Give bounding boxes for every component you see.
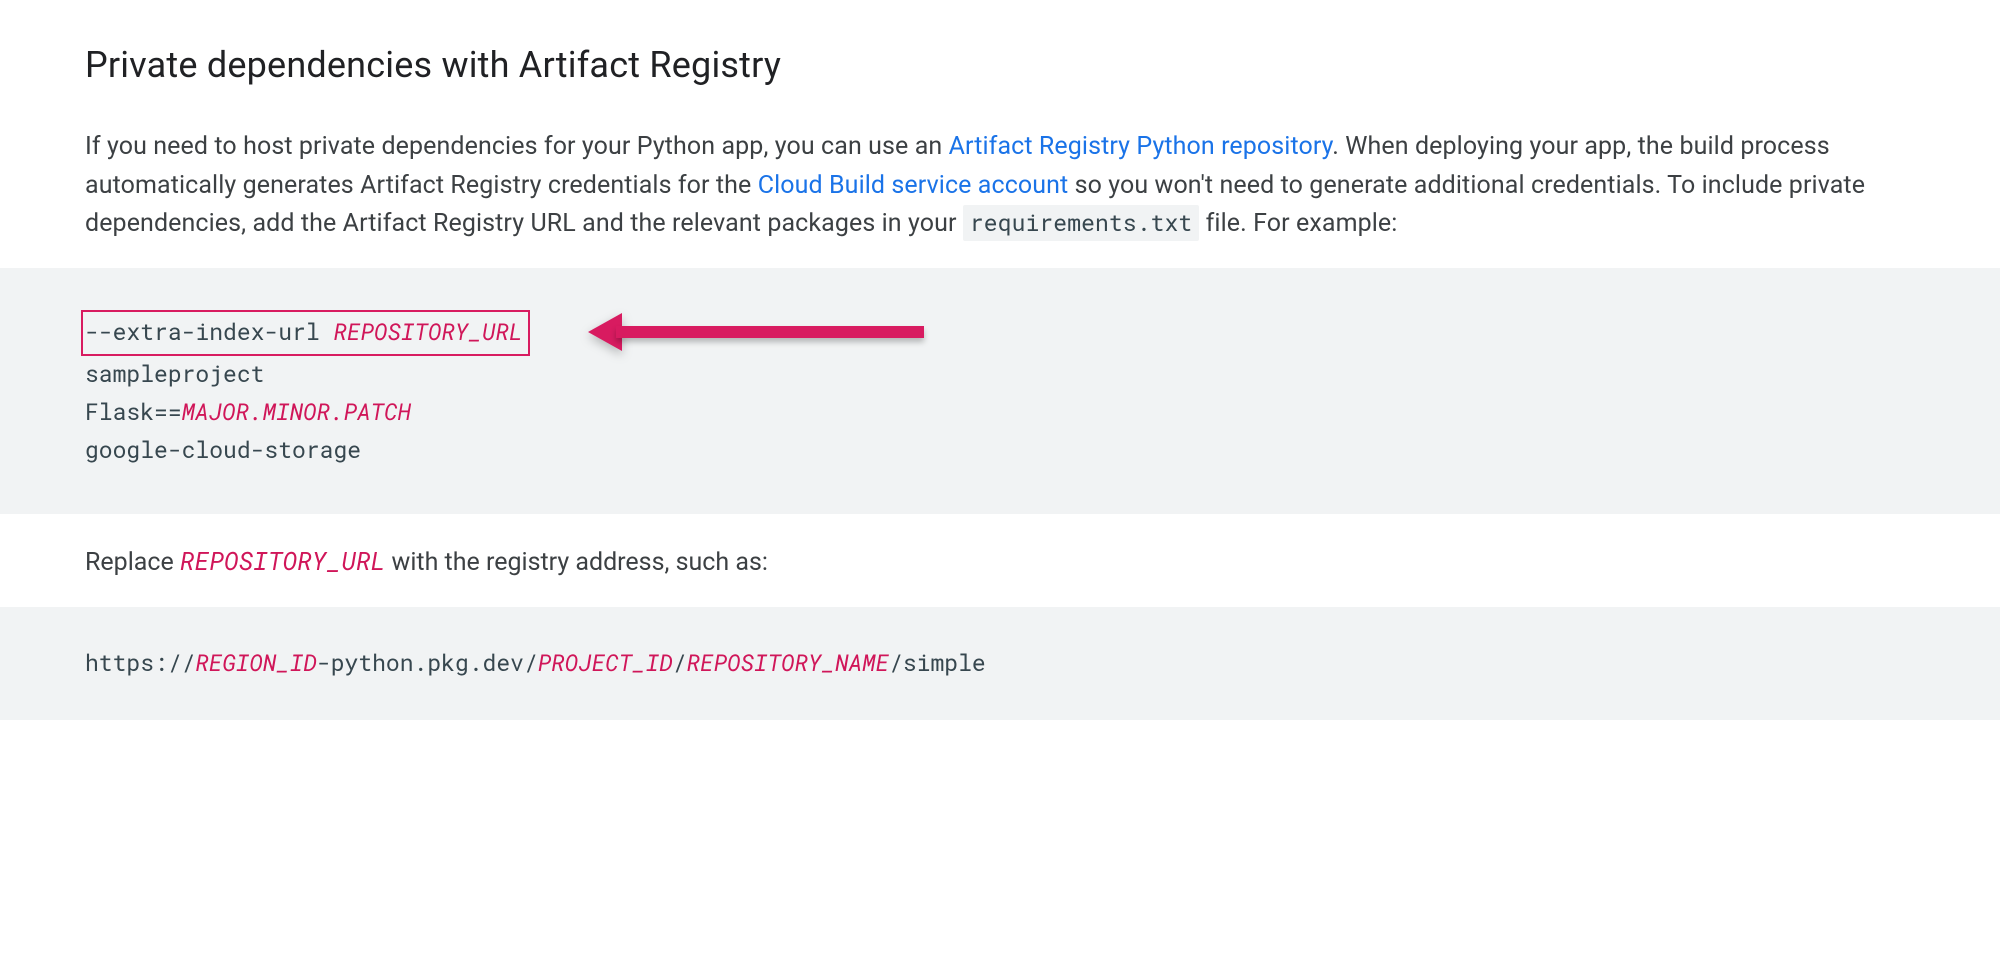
- dot: .: [249, 397, 263, 427]
- repository-name-var: REPOSITORY_NAME: [687, 648, 890, 678]
- code-line-2: sampleproject: [85, 356, 1915, 394]
- code-text: -python.pkg.dev/: [317, 648, 538, 678]
- cloud-build-service-account-link[interactable]: Cloud Build service account: [758, 171, 1069, 200]
- minor-var: MINOR: [263, 397, 331, 427]
- code-line-1: --extra-index-url REPOSITORY_URL: [85, 310, 1915, 356]
- dot: .: [330, 397, 344, 427]
- code-text: /: [673, 648, 687, 678]
- code-text: --extra-index-url: [85, 317, 333, 347]
- code-text: /simple: [889, 648, 986, 678]
- section-heading: Private dependencies with Artifact Regis…: [85, 38, 1915, 94]
- requirements-file-code: requirements.txt: [963, 205, 1199, 241]
- code-line-4: google-cloud-storage: [85, 432, 1915, 470]
- region-id-var: REGION_ID: [195, 648, 317, 678]
- major-var: MAJOR: [182, 397, 250, 427]
- replace-instruction: Replace REPOSITORY_URL with the registry…: [85, 542, 1915, 583]
- code-text: https://: [85, 648, 195, 678]
- patch-var: PATCH: [344, 397, 412, 427]
- repository-url-var: REPOSITORY_URL: [333, 317, 522, 347]
- replace-text-2: with the registry address, such as:: [385, 548, 768, 577]
- registry-url-codeblock: https://REGION_ID-python.pkg.dev/PROJECT…: [0, 607, 2000, 721]
- intro-text-4: file. For example:: [1199, 209, 1397, 238]
- code-text: Flask==: [85, 397, 182, 427]
- intro-text-1: If you need to host private dependencies…: [85, 132, 949, 161]
- intro-paragraph: If you need to host private dependencies…: [85, 128, 1915, 244]
- project-id-var: PROJECT_ID: [538, 648, 673, 678]
- code-line-3: Flask==MAJOR.MINOR.PATCH: [85, 394, 1915, 432]
- highlighted-extra-index-url: --extra-index-url REPOSITORY_URL: [81, 310, 530, 356]
- artifact-registry-link[interactable]: Artifact Registry Python repository: [949, 132, 1333, 161]
- code-line-url: https://REGION_ID-python.pkg.dev/PROJECT…: [85, 645, 1915, 683]
- replace-text-1: Replace: [85, 548, 180, 577]
- repository-url-var-inline: REPOSITORY_URL: [180, 544, 385, 577]
- requirements-example-codeblock: --extra-index-url REPOSITORY_URL samplep…: [0, 268, 2000, 514]
